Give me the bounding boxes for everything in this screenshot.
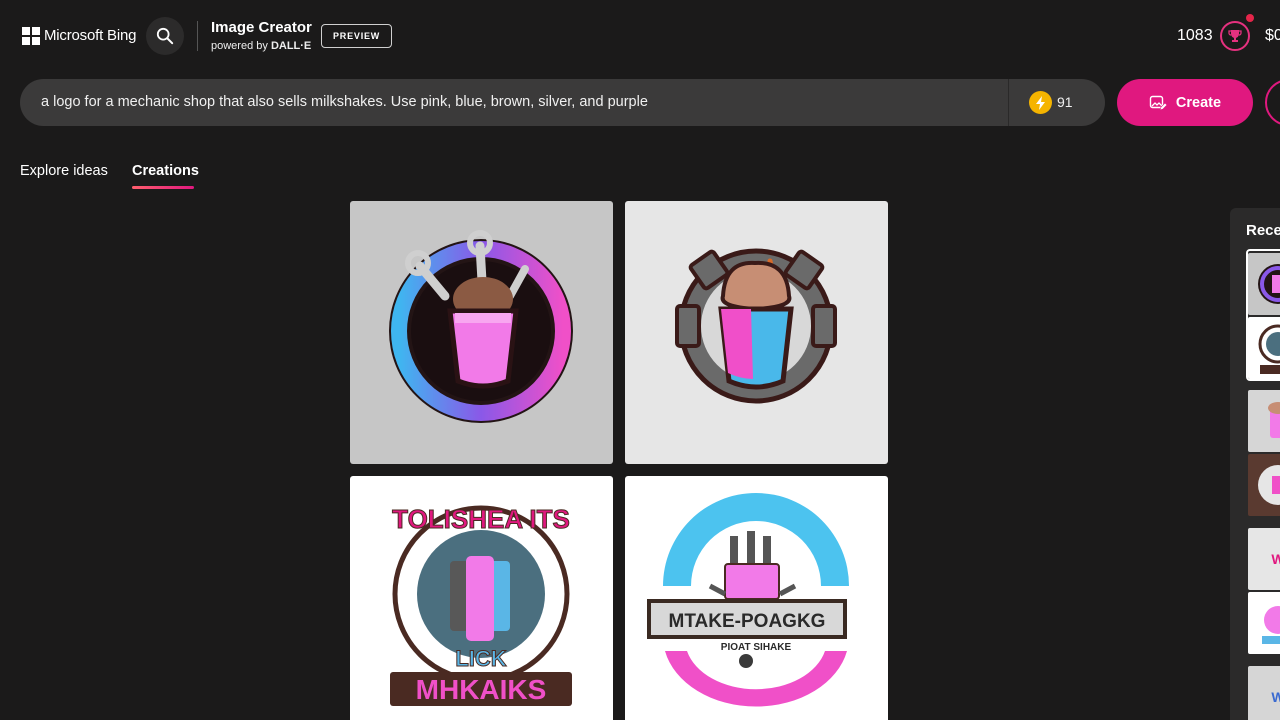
boost-icon[interactable] xyxy=(1029,91,1052,114)
logo-artwork: TOLISHEA ITS LICK MHKAIKS xyxy=(390,504,572,706)
recent-thumb[interactable] xyxy=(1248,454,1280,516)
preview-badge: PREVIEW xyxy=(321,24,393,48)
prompt-separator xyxy=(1008,79,1009,126)
create-button-label: Create xyxy=(1175,94,1222,111)
lightning-icon xyxy=(1035,95,1045,110)
generated-image-3[interactable]: TOLISHEA ITS LICK MHKAIKS xyxy=(350,476,613,720)
logo-text-mid: LICK xyxy=(455,646,506,671)
thumb-artwork xyxy=(1262,606,1280,644)
recent-thumb[interactable] xyxy=(1248,592,1280,654)
image-edit-icon xyxy=(1149,95,1167,110)
thumb-artwork: W xyxy=(1271,551,1280,567)
svg-text:W: W xyxy=(1271,689,1280,705)
logo-banner-text: MTAKE-POAGKG xyxy=(669,611,826,632)
thumb-artwork xyxy=(1258,324,1280,374)
recent-panel: Recent W W xyxy=(1230,208,1280,720)
logo-text-top: TOLISHEA ITS xyxy=(392,504,570,534)
recent-thumb[interactable] xyxy=(1248,317,1280,379)
recent-thumb[interactable]: W xyxy=(1248,528,1280,590)
tab-explore-ideas[interactable]: Explore ideas xyxy=(20,163,108,179)
thumb-artwork: W xyxy=(1271,689,1280,705)
notification-dot xyxy=(1246,14,1254,22)
recent-title: Recent xyxy=(1246,222,1280,239)
active-tab-indicator xyxy=(132,186,194,189)
thumb-artwork xyxy=(1258,465,1280,505)
generated-image-2[interactable] xyxy=(625,201,888,464)
prompt-input[interactable]: a logo for a mechanic shop that also sel… xyxy=(20,79,1105,126)
header-divider xyxy=(197,21,198,51)
brand-name[interactable]: Microsoft Bing xyxy=(44,27,136,44)
thumb-artwork xyxy=(1258,264,1280,304)
logo-artwork: MTAKE-POAGKG PIOAT SIHAKE xyxy=(647,493,849,707)
recent-thumb[interactable] xyxy=(1248,253,1280,315)
tab-creations[interactable]: Creations xyxy=(132,163,199,179)
create-button[interactable]: Create xyxy=(1117,79,1253,126)
generated-image-4[interactable]: MTAKE-POAGKG PIOAT SIHAKE xyxy=(625,476,888,720)
app-subtitle: powered by DALL·E xyxy=(211,40,311,52)
logo-artwork xyxy=(389,230,573,423)
trophy-icon xyxy=(1228,30,1242,42)
generated-image-1[interactable] xyxy=(350,201,613,464)
microsoft-logo-icon[interactable] xyxy=(22,27,40,45)
thumb-artwork xyxy=(1268,402,1280,438)
rewards-button[interactable] xyxy=(1220,21,1250,51)
rewards-points[interactable]: 1083 xyxy=(1177,27,1213,45)
logo-text-bottom: MHKAIKS xyxy=(416,674,547,705)
app-title[interactable]: Image Creator xyxy=(211,19,312,36)
app-subtitle-prefix: powered by xyxy=(211,40,271,52)
app-subtitle-model: DALL·E xyxy=(270,40,312,52)
logo-sub-text: PIOAT SIHAKE xyxy=(721,642,792,653)
svg-text:W: W xyxy=(1271,551,1280,567)
header: Microsoft Bing Image Creator powered by … xyxy=(0,0,1280,72)
search-button[interactable] xyxy=(146,17,184,55)
currency-balance[interactable]: $0 xyxy=(1265,27,1280,45)
recent-thumb[interactable]: W xyxy=(1248,666,1280,720)
recent-thumb[interactable] xyxy=(1248,390,1280,452)
boost-count: 91 xyxy=(1057,94,1073,110)
search-icon xyxy=(156,27,174,45)
prompt-text[interactable]: a logo for a mechanic shop that also sel… xyxy=(41,94,648,110)
secondary-button[interactable] xyxy=(1265,79,1280,126)
logo-artwork xyxy=(675,248,837,404)
